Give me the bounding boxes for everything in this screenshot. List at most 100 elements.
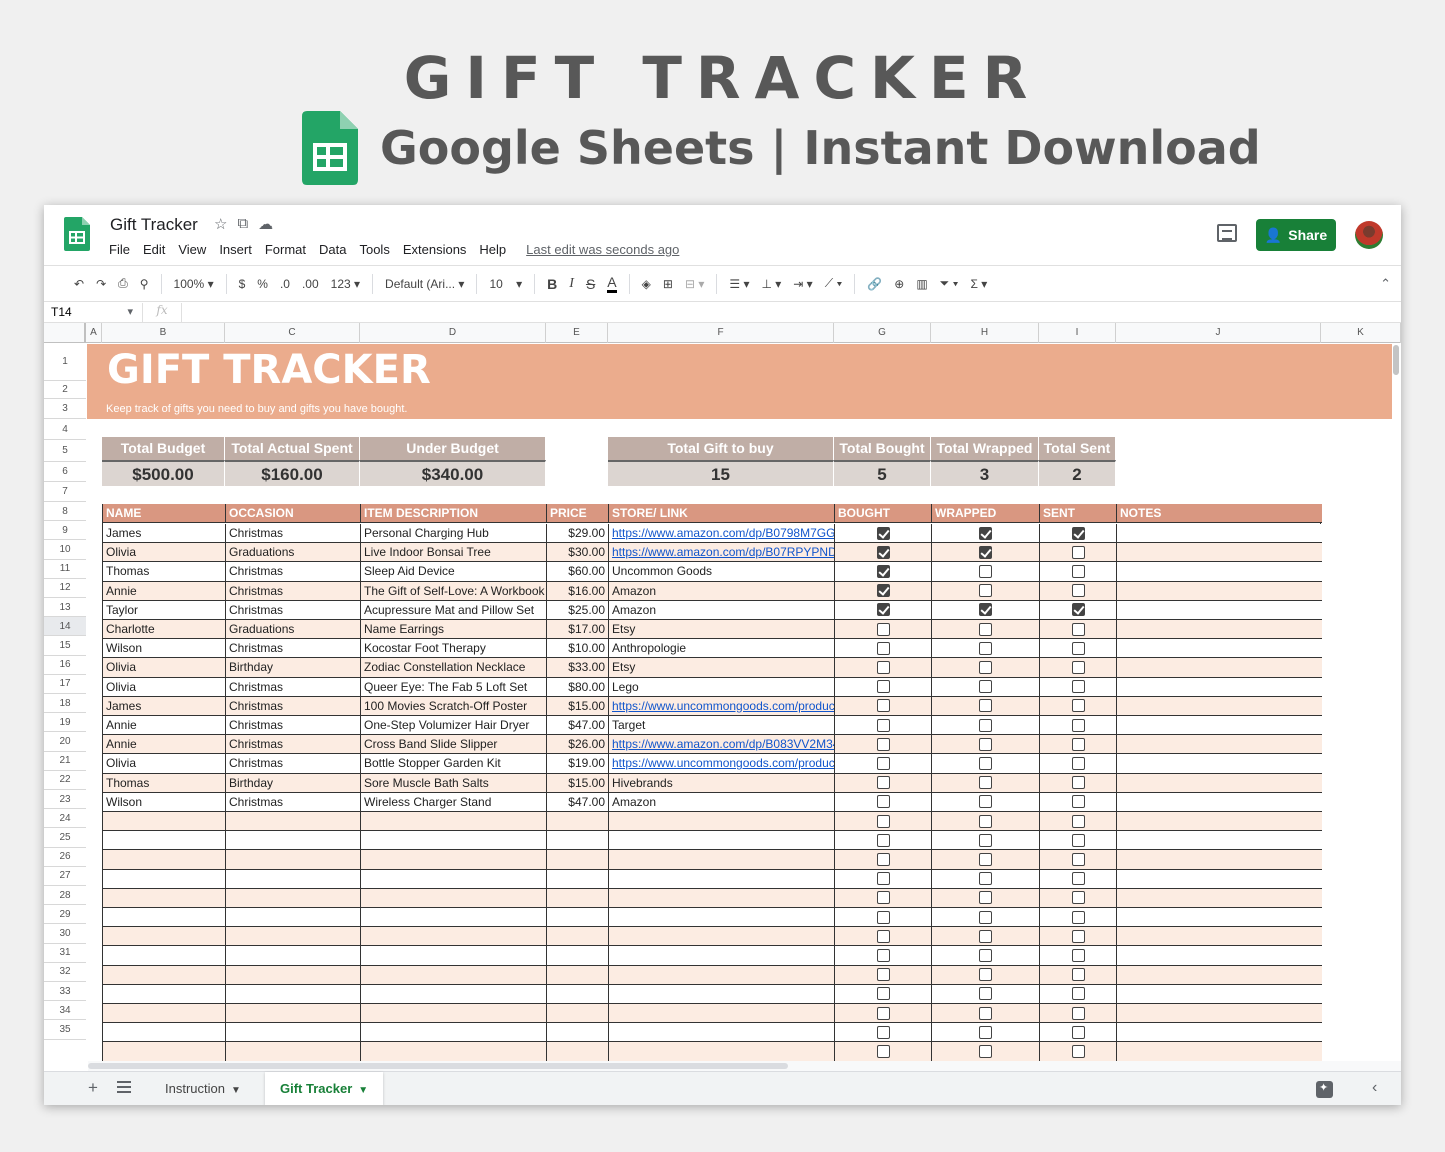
empty-cell[interactable] [226,966,361,984]
checkbox-unchecked[interactable] [979,680,992,693]
store-link[interactable]: https://www.amazon.com/dp/B0798M7GG [609,524,835,542]
checkbox-cell[interactable] [835,1042,932,1060]
notes-cell[interactable] [1117,774,1322,792]
notes-cell[interactable] [1117,793,1322,811]
checkbox-cell[interactable] [835,946,932,964]
empty-cell[interactable] [547,1023,609,1041]
checkbox-unchecked[interactable] [1072,911,1085,924]
checkbox-cell[interactable] [932,735,1040,753]
checkbox-cell[interactable] [1040,582,1117,600]
checkbox-unchecked[interactable] [1072,565,1085,578]
sheets-home-icon[interactable] [64,217,90,251]
cloud-status-icon[interactable]: ☁ [258,215,273,233]
notes-cell[interactable] [1117,678,1322,696]
checkbox-unchecked[interactable] [1072,642,1085,655]
checkbox-unchecked[interactable] [1072,987,1085,1000]
checkbox-cell[interactable] [835,1023,932,1041]
item-cell[interactable]: Sleep Aid Device [361,562,547,580]
row-header[interactable]: 28 [44,886,86,905]
insert-link-icon[interactable]: 🔗 [867,277,882,291]
column-header[interactable]: H [931,323,1039,343]
checkbox-cell[interactable] [932,985,1040,1003]
notes-cell[interactable] [1117,601,1322,619]
item-cell[interactable]: Wireless Charger Stand [361,793,547,811]
price-cell[interactable]: $10.00 [547,639,609,657]
checkbox-cell[interactable] [1040,927,1117,945]
store-cell[interactable]: Etsy [609,620,835,638]
strikethrough-icon[interactable]: S [586,276,595,292]
checkbox-cell[interactable] [835,927,932,945]
occasion-cell[interactable]: Birthday [226,658,361,676]
empty-cell[interactable] [103,870,226,888]
checkbox-cell[interactable] [835,524,932,542]
notes-cell[interactable] [1117,582,1322,600]
checkbox-unchecked[interactable] [979,757,992,770]
currency-format-button[interactable]: $ [239,277,246,291]
empty-cell[interactable] [226,870,361,888]
notes-cell[interactable] [1117,562,1322,580]
checkbox-unchecked[interactable] [979,834,992,847]
column-header[interactable]: I [1039,323,1116,343]
checkbox-cell[interactable] [1040,831,1117,849]
checkbox-unchecked[interactable] [1072,584,1085,597]
price-cell[interactable]: $29.00 [547,524,609,542]
checkbox-cell[interactable] [932,620,1040,638]
checkbox-cell[interactable] [835,658,932,676]
row-header[interactable]: 22 [44,771,86,790]
checkbox-cell[interactable] [835,1004,932,1022]
checkbox-cell[interactable] [1040,735,1117,753]
price-cell[interactable]: $16.00 [547,582,609,600]
name-cell[interactable]: Annie [103,582,226,600]
move-folder-icon[interactable]: ⧉ [237,215,248,233]
row-header[interactable]: 4 [44,419,86,440]
row-header[interactable]: 17 [44,675,86,694]
checkbox-cell[interactable] [835,678,932,696]
row-header[interactable]: 27 [44,867,86,886]
italic-icon[interactable]: I [569,276,574,292]
checkbox-unchecked[interactable] [1072,853,1085,866]
occasion-cell[interactable]: Graduations [226,620,361,638]
empty-cell[interactable] [547,985,609,1003]
row-header[interactable]: 31 [44,944,86,963]
row-header[interactable]: 11 [44,560,86,579]
checkbox-unchecked[interactable] [877,680,890,693]
text-wrap-icon[interactable]: ⇥ ▾ [793,277,812,291]
price-cell[interactable]: $30.00 [547,543,609,561]
notes-cell[interactable] [1117,889,1322,907]
notes-cell[interactable] [1117,658,1322,676]
checkbox-checked[interactable] [877,584,890,597]
checkbox-unchecked[interactable] [979,719,992,732]
empty-cell[interactable] [103,850,226,868]
empty-cell[interactable] [226,1023,361,1041]
empty-cell[interactable] [103,1042,226,1060]
merge-cells-icon[interactable]: ⊟ ▾ [685,277,704,291]
empty-cell[interactable] [226,908,361,926]
checkbox-cell[interactable] [932,870,1040,888]
borders-icon[interactable]: ⊞ [663,277,673,291]
store-cell[interactable]: Hivebrands [609,774,835,792]
checkbox-unchecked[interactable] [877,891,890,904]
checkbox-cell[interactable] [932,716,1040,734]
row-header[interactable]: 30 [44,924,86,943]
checkbox-unchecked[interactable] [877,949,890,962]
share-button[interactable]: 👤 Share [1256,219,1336,251]
row-header[interactable]: 19 [44,713,86,732]
checkbox-unchecked[interactable] [877,872,890,885]
checkbox-checked[interactable] [979,527,992,540]
checkbox-cell[interactable] [932,793,1040,811]
notes-cell[interactable] [1117,870,1322,888]
notes-cell[interactable] [1117,1004,1322,1022]
checkbox-unchecked[interactable] [877,834,890,847]
empty-cell[interactable] [226,1042,361,1060]
empty-cell[interactable] [361,812,547,830]
checkbox-unchecked[interactable] [979,1026,992,1039]
checkbox-unchecked[interactable] [1072,834,1085,847]
column-header[interactable]: F [608,323,834,343]
empty-cell[interactable] [547,927,609,945]
checkbox-unchecked[interactable] [979,815,992,828]
empty-cell[interactable] [609,1042,835,1060]
checkbox-cell[interactable] [932,658,1040,676]
checkbox-unchecked[interactable] [979,987,992,1000]
checkbox-unchecked[interactable] [1072,699,1085,712]
checkbox-cell[interactable] [932,754,1040,772]
